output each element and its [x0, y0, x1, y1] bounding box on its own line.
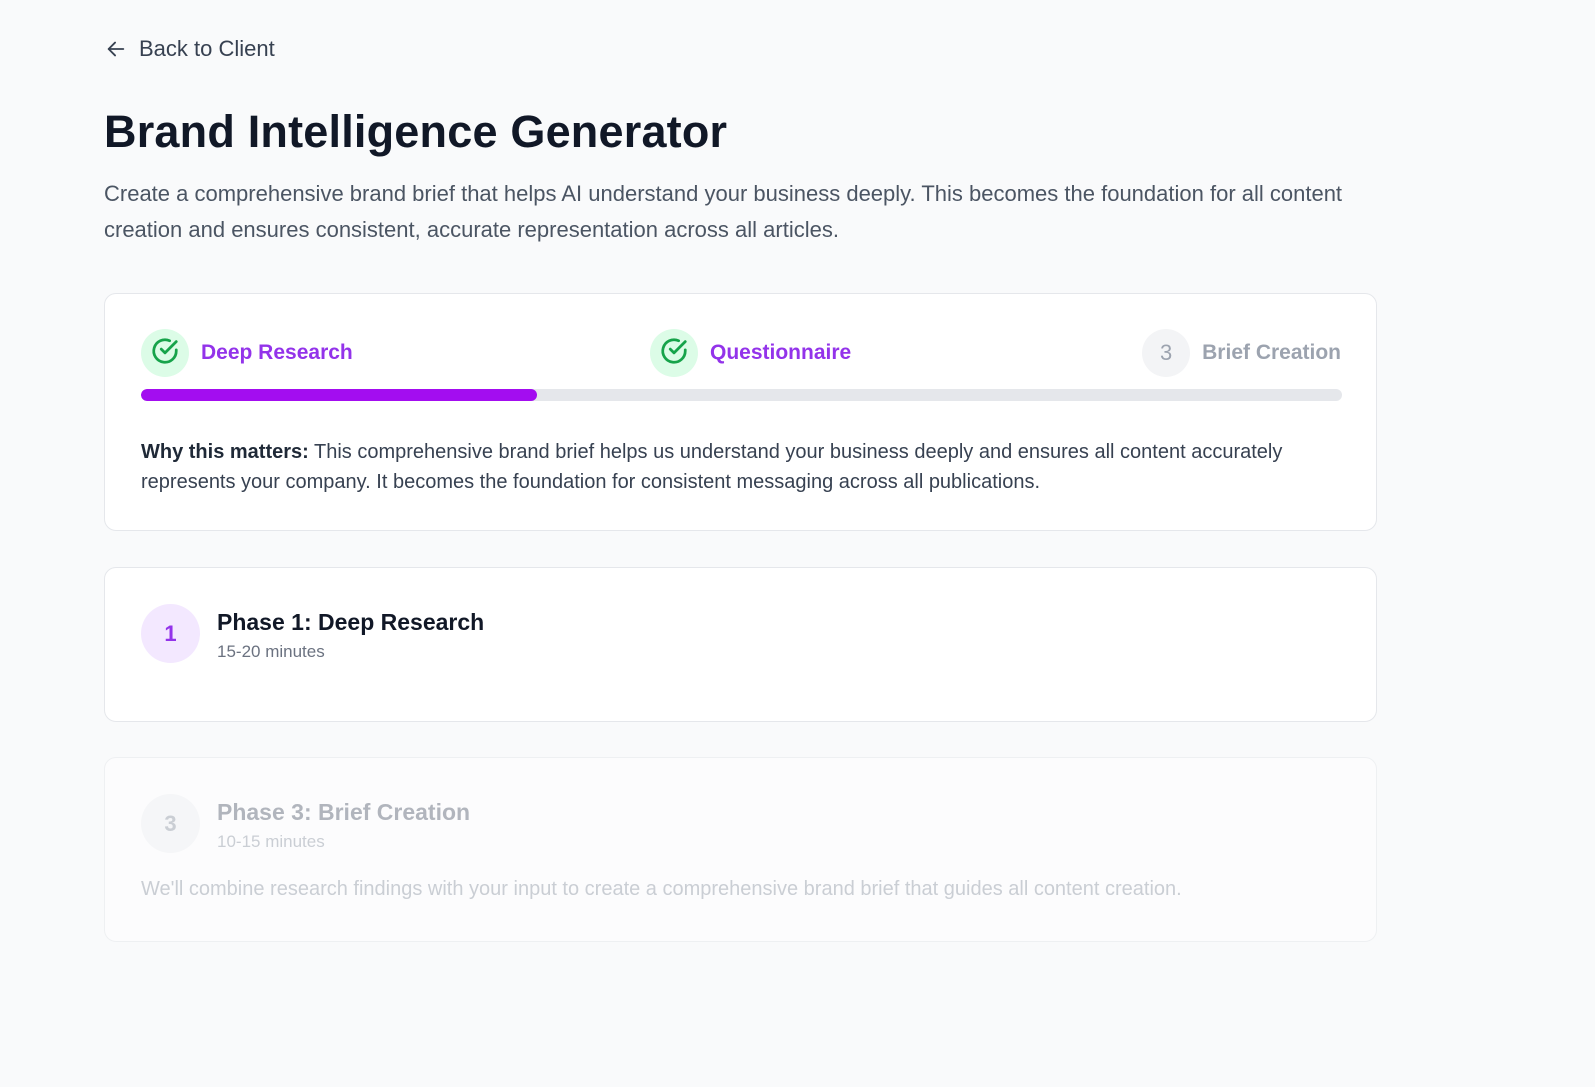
step-label: Deep Research — [201, 341, 353, 364]
step-brief-creation[interactable]: 3 Brief Creation — [1142, 329, 1341, 377]
phase-number-badge: 1 — [141, 604, 200, 663]
phase-duration: 15-20 minutes — [217, 642, 325, 661]
phase-title: Phase 1: Deep Research — [217, 609, 485, 635]
progress-bar — [141, 389, 1342, 401]
arrow-left-icon — [105, 38, 127, 60]
page-title: Brand Intelligence Generator — [104, 106, 728, 157]
phase-header: 3 Phase 3: Brief Creation 10-15 minutes — [141, 794, 470, 853]
phase-title: Phase 3: Brief Creation — [217, 799, 471, 825]
phase-description: We'll combine research findings with you… — [141, 878, 1182, 900]
phase-duration: 10-15 minutes — [217, 832, 325, 851]
back-to-client-link[interactable]: Back to Client — [105, 36, 275, 62]
step-number-circle: 3 — [1142, 329, 1191, 377]
why-this-matters-body: This comprehensive brand brief helps us … — [141, 441, 1283, 493]
phase-3-card: 3 Phase 3: Brief Creation 10-15 minutes … — [104, 757, 1377, 942]
step-label: Brief Creation — [1202, 341, 1341, 364]
step-questionnaire[interactable]: Questionnaire — [650, 329, 851, 377]
phase-number-badge: 3 — [141, 794, 200, 853]
check-circle-icon — [659, 336, 689, 371]
phase-header: 1 Phase 1: Deep Research 15-20 minutes — [141, 604, 484, 663]
back-link-label[interactable]: Back to Client — [139, 36, 275, 62]
phase-heading-group: Phase 3: Brief Creation 10-15 minutes — [217, 794, 470, 852]
check-circle-icon — [150, 336, 180, 371]
step-deep-research[interactable]: Deep Research — [141, 329, 353, 377]
progress-card: Deep Research Questionnaire 3 Brief Crea… — [104, 293, 1377, 531]
step-label: Questionnaire — [710, 341, 852, 364]
phase-heading-group: Phase 1: Deep Research 15-20 minutes — [217, 604, 484, 662]
page: Back to Client Brand Intelligence Genera… — [0, 0, 1595, 1087]
why-this-matters-label: Why this matters: — [141, 441, 309, 463]
progress-bar-fill — [141, 389, 538, 401]
step-status-circle — [141, 329, 189, 377]
page-description: Create a comprehensive brand brief that … — [104, 181, 1343, 242]
phase-1-card[interactable]: 1 Phase 1: Deep Research 15-20 minutes — [104, 567, 1377, 722]
why-this-matters-text: Why this matters: This comprehensive bra… — [141, 437, 1341, 497]
step-status-circle — [650, 329, 698, 377]
